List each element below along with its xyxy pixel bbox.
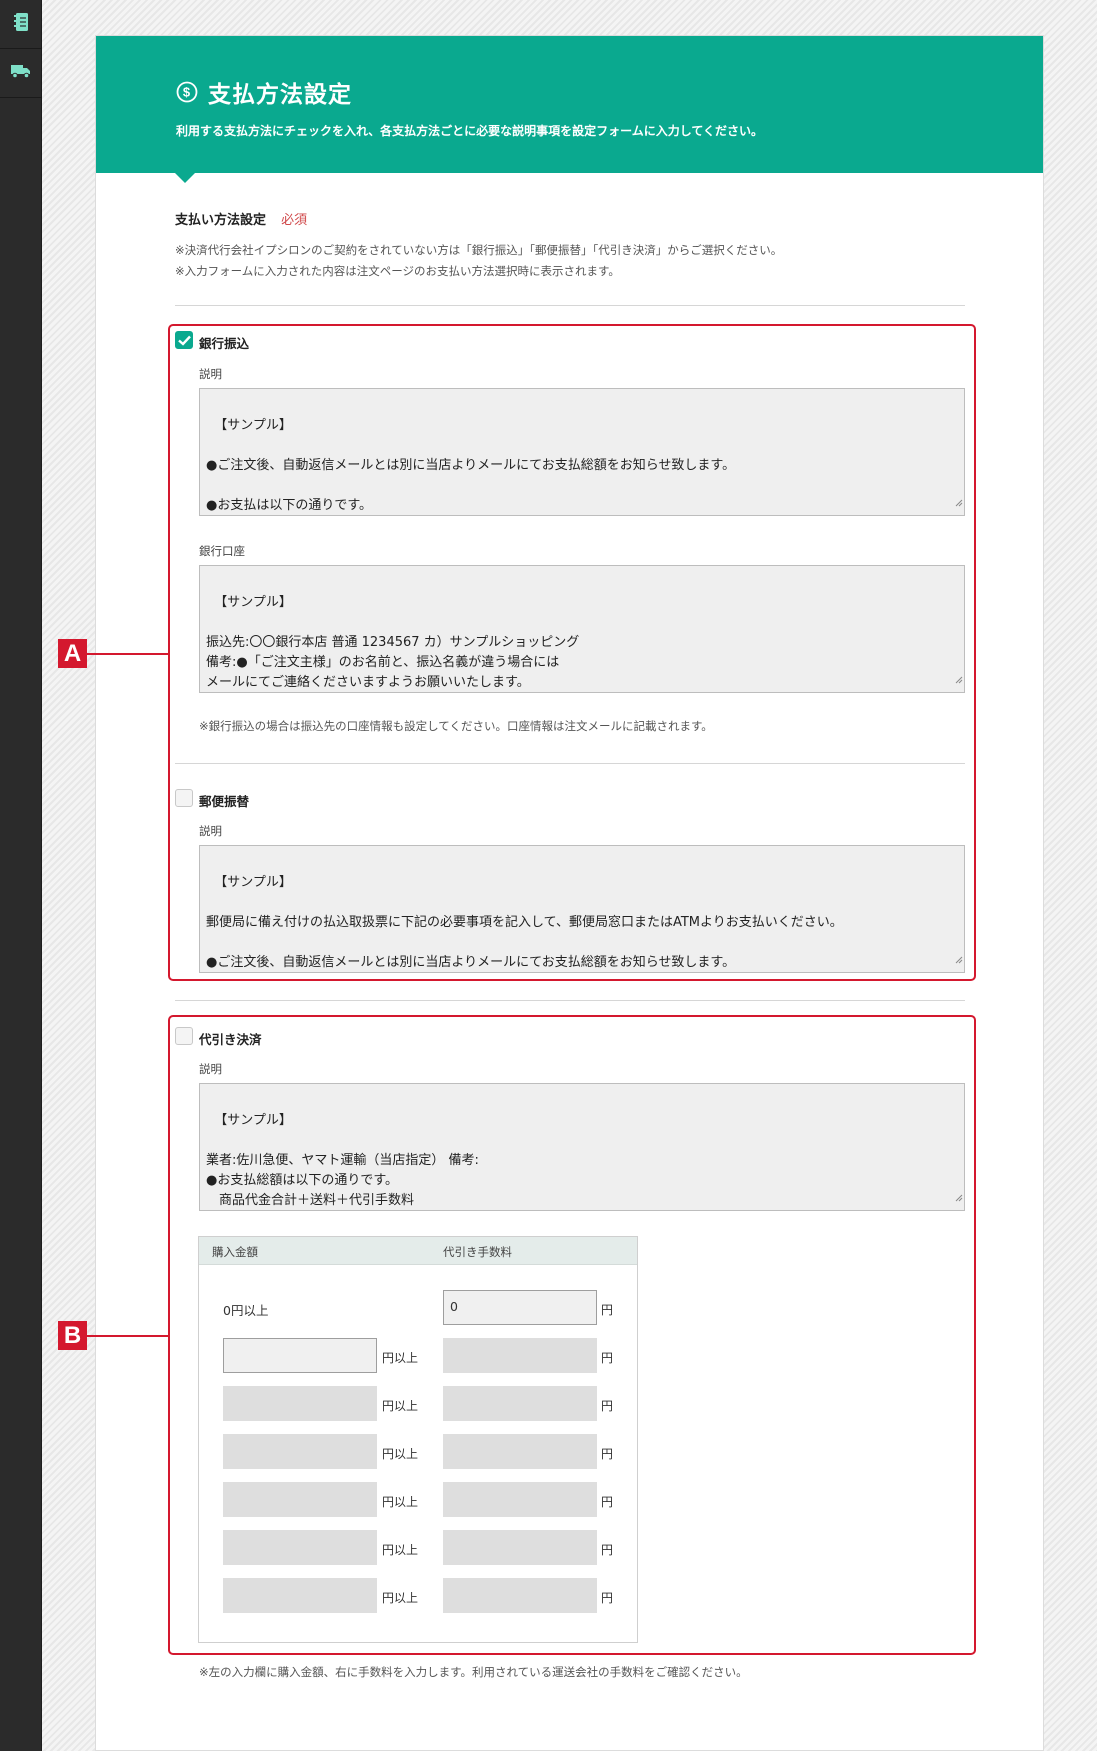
banner-notch bbox=[175, 173, 195, 183]
left-rail bbox=[0, 0, 42, 1751]
cod-fee-table: 購入金額 代引き手数料 0円以上 0 円 円以上 円 円以上 円 円以上 円 円… bbox=[198, 1236, 638, 1643]
bank-transfer-checkbox[interactable] bbox=[175, 331, 193, 349]
truck-icon bbox=[10, 63, 32, 83]
amount-unit: 円以上 bbox=[382, 1543, 419, 1557]
amount-input[interactable] bbox=[223, 1386, 377, 1421]
section-heading: 支払い方法設定 必須 bbox=[175, 209, 307, 228]
amount-unit: 円以上 bbox=[382, 1447, 419, 1461]
amount-unit: 円以上 bbox=[382, 1591, 419, 1605]
rail-item-notebook[interactable] bbox=[0, 0, 42, 49]
header-banner: $ 支払方法設定 利用する支払方法にチェックを入れ、各支払方法ごとに必要な説明事… bbox=[96, 36, 1043, 173]
fee-unit: 円 bbox=[601, 1447, 614, 1461]
fee-unit: 円 bbox=[601, 1399, 614, 1413]
divider bbox=[175, 305, 965, 306]
fee-input[interactable] bbox=[443, 1338, 597, 1373]
cod-desc-textarea[interactable]: 【サンプル】 業者:佐川急便、ヤマト運輸（当店指定） 備考: ●お支払総額は以下… bbox=[199, 1083, 965, 1211]
resize-grip-icon[interactable] bbox=[954, 671, 963, 691]
bank-desc-textarea[interactable]: 【サンプル】 ●ご注文後、自動返信メールとは別に当店よりメールにてお支払総額をお… bbox=[199, 388, 965, 516]
cod-checkbox[interactable] bbox=[175, 1027, 193, 1045]
postal-desc-label: 説明 bbox=[199, 824, 222, 838]
postal-transfer-label: 郵便振替 bbox=[199, 794, 250, 809]
amount-input[interactable] bbox=[223, 1482, 377, 1517]
fee-input[interactable]: 0 bbox=[443, 1290, 597, 1325]
marker-b-line bbox=[87, 1335, 168, 1337]
section-label: 支払い方法設定 bbox=[175, 213, 267, 228]
divider bbox=[175, 1000, 965, 1001]
postal-desc-textarea[interactable]: 【サンプル】 郵便局に備え付けの払込取扱票に下記の必要事項を記入して、郵便局窓口… bbox=[199, 845, 965, 973]
divider bbox=[175, 763, 965, 764]
fee-unit: 円 bbox=[601, 1351, 614, 1365]
fee-input[interactable] bbox=[443, 1530, 597, 1565]
amount-input[interactable] bbox=[223, 1578, 377, 1613]
amount-input[interactable] bbox=[223, 1530, 377, 1565]
fee-input[interactable] bbox=[443, 1386, 597, 1421]
resize-grip-icon[interactable] bbox=[954, 494, 963, 514]
page-subtitle: 利用する支払方法にチェックを入れ、各支払方法ごとに必要な説明事項を設定フォームに… bbox=[176, 124, 764, 138]
bank-account-textarea[interactable]: 【サンプル】 振込先:〇〇銀行本店 普通 1234567 カ）サンプルショッピン… bbox=[199, 565, 965, 693]
resize-grip-icon[interactable] bbox=[954, 951, 963, 971]
svg-text:$: $ bbox=[183, 85, 191, 100]
notebook-icon bbox=[12, 12, 30, 36]
rail-item-shipping[interactable] bbox=[0, 49, 42, 98]
page-title-text: 支払方法設定 bbox=[208, 82, 352, 108]
fee-input-value: 0 bbox=[450, 1299, 458, 1314]
marker-a-line bbox=[87, 653, 168, 655]
cod-desc-text: 【サンプル】 業者:佐川急便、ヤマト運輸（当店指定） 備考: ●お支払総額は以下… bbox=[206, 1113, 479, 1208]
col-amount-header: 購入金額 bbox=[212, 1245, 258, 1259]
postal-transfer-checkbox[interactable] bbox=[175, 789, 193, 807]
first-amount-text: 0円以上 bbox=[223, 1303, 269, 1318]
fee-unit: 円 bbox=[601, 1303, 614, 1317]
resize-grip-icon[interactable] bbox=[954, 1189, 963, 1209]
section-note-2: ※入力フォームに入力された内容は注文ページのお支払い方法選択時に表示されます。 bbox=[175, 264, 620, 278]
marker-b: B bbox=[58, 1321, 87, 1350]
section-note-1: ※決済代行会社イプシロンのご契約をされていない方は「銀行振込」「郵便振替」「代引… bbox=[175, 243, 783, 257]
bank-transfer-label: 銀行振込 bbox=[199, 336, 250, 351]
page-title: $ 支払方法設定 bbox=[176, 75, 352, 109]
fee-input[interactable] bbox=[443, 1578, 597, 1613]
fee-unit: 円 bbox=[601, 1543, 614, 1557]
cod-label: 代引き決済 bbox=[199, 1032, 262, 1047]
amount-unit: 円以上 bbox=[382, 1399, 419, 1413]
cod-desc-label: 説明 bbox=[199, 1062, 222, 1076]
table-header: 購入金額 代引き手数料 bbox=[199, 1237, 637, 1265]
dollar-coin-icon: $ bbox=[176, 81, 198, 103]
fee-unit: 円 bbox=[601, 1591, 614, 1605]
amount-unit: 円以上 bbox=[382, 1351, 419, 1365]
amount-unit: 円以上 bbox=[382, 1495, 419, 1509]
amount-input[interactable] bbox=[223, 1338, 377, 1373]
amount-input[interactable] bbox=[223, 1434, 377, 1469]
bank-desc-text: 【サンプル】 ●ご注文後、自動返信メールとは別に当店よりメールにてお支払総額をお… bbox=[206, 418, 736, 513]
cod-note: ※左の入力欄に購入金額、右に手数料を入力します。利用されている運送会社の手数料を… bbox=[199, 1665, 748, 1679]
required-badge: 必須 bbox=[281, 213, 308, 228]
bank-note: ※銀行振込の場合は振込先の口座情報も設定してください。口座情報は注文メールに記載… bbox=[199, 719, 713, 733]
postal-desc-text: 【サンプル】 郵便局に備え付けの払込取扱票に下記の必要事項を記入して、郵便局窓口… bbox=[206, 875, 843, 970]
bank-account-text: 【サンプル】 振込先:〇〇銀行本店 普通 1234567 カ）サンプルショッピン… bbox=[206, 595, 580, 690]
col-fee-header: 代引き手数料 bbox=[443, 1245, 512, 1259]
fee-input[interactable] bbox=[443, 1482, 597, 1517]
fee-unit: 円 bbox=[601, 1495, 614, 1509]
checkmark-icon bbox=[178, 335, 191, 346]
marker-a: A bbox=[58, 639, 87, 668]
bank-desc-label: 説明 bbox=[199, 367, 222, 381]
bank-account-label: 銀行口座 bbox=[199, 544, 245, 558]
fee-input[interactable] bbox=[443, 1434, 597, 1469]
